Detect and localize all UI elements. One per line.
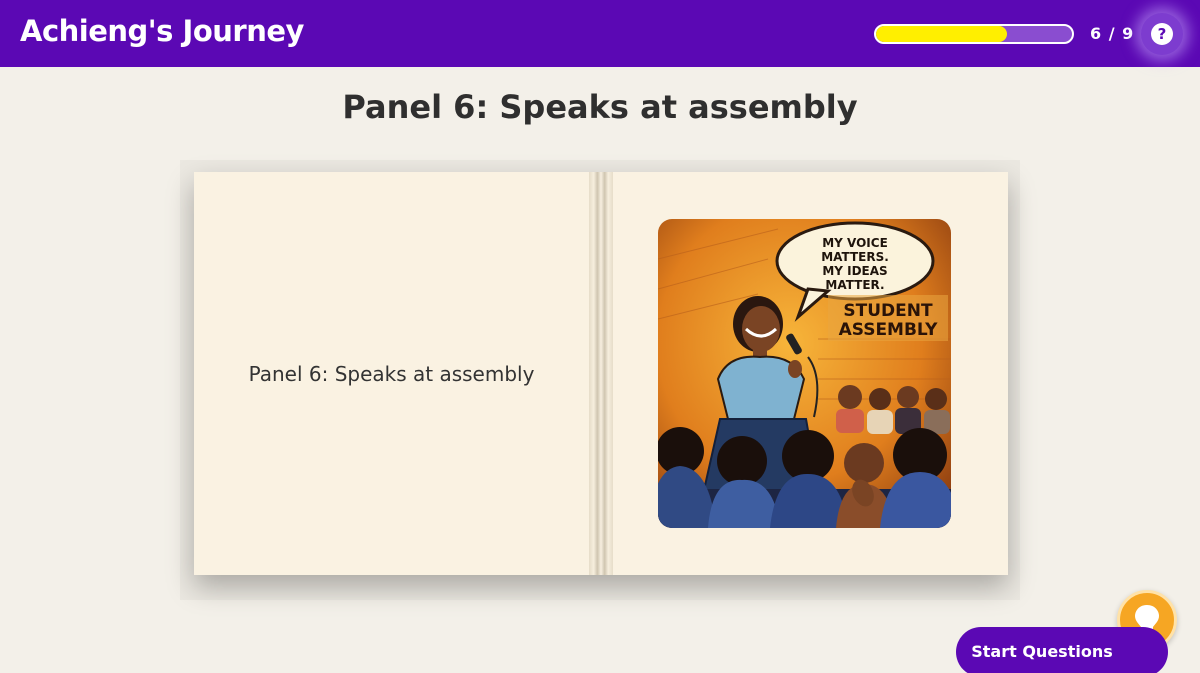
panel-caption: Panel 6: Speaks at assembly: [248, 361, 535, 386]
bubble-line-1: MY VOICE: [822, 236, 888, 250]
sign-line-1: STUDENT: [843, 301, 933, 321]
help-button[interactable]: ?: [1141, 13, 1183, 55]
top-bar: Achieng's Journey 6 / 9 ?: [0, 0, 1200, 67]
assembly-illustration: MY VOICE MATTERS. MY IDEAS MATTER. STUDE…: [658, 219, 951, 528]
panel-illustration: MY VOICE MATTERS. MY IDEAS MATTER. STUDE…: [658, 219, 951, 528]
bubble-line-4: MATTER.: [825, 278, 884, 292]
book-spine: [589, 172, 613, 575]
start-questions-button[interactable]: Start Questions: [956, 627, 1168, 673]
progress-bar: [874, 24, 1074, 44]
left-page: Panel 6: Speaks at assembly: [194, 172, 589, 575]
panel-title: Panel 6: Speaks at assembly: [342, 88, 858, 126]
bubble-line-2: MATTERS.: [821, 250, 889, 264]
storybook: Panel 6: Speaks at assembly MY VOICE MAT…: [194, 172, 1008, 575]
progress-fill: [876, 26, 1008, 42]
start-questions-label: Start Questions: [971, 641, 1113, 661]
bubble-line-3: MY IDEAS: [822, 264, 887, 278]
progress-counter: 6 / 9: [1090, 24, 1135, 43]
right-page: MY VOICE MATTERS. MY IDEAS MATTER. STUDE…: [613, 172, 1008, 575]
app-title: Achieng's Journey: [20, 14, 304, 48]
help-icon: ?: [1151, 23, 1173, 45]
sign-line-2: ASSEMBLY: [839, 320, 939, 340]
